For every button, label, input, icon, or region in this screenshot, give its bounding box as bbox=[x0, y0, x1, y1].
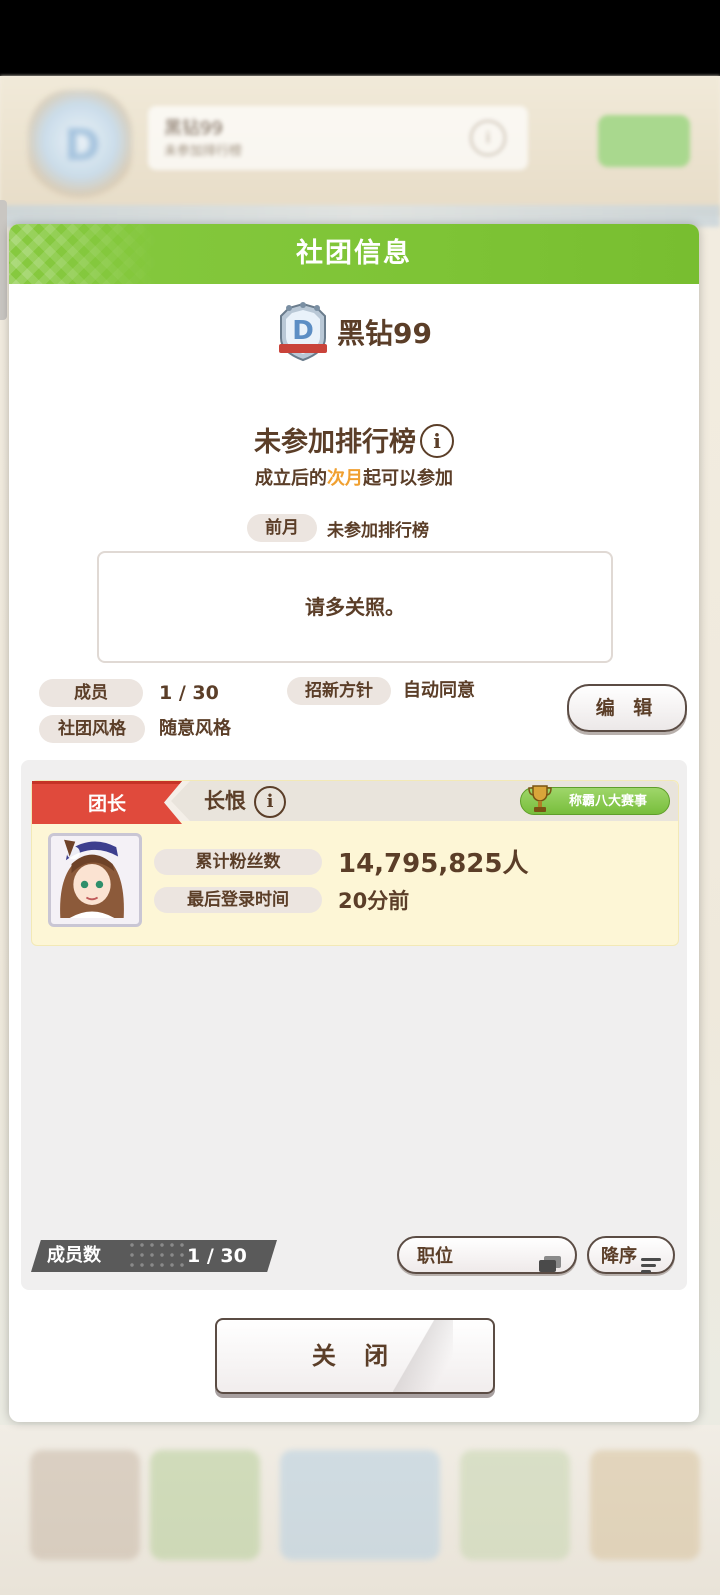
sort-order-button[interactable]: 降序 bbox=[587, 1236, 675, 1274]
status-bar bbox=[0, 0, 720, 76]
club-name: 黑钻99 bbox=[337, 317, 432, 350]
members-value: 1 / 30 bbox=[159, 682, 219, 704]
sort-order-icon bbox=[641, 1249, 661, 1273]
previous-month-label: 前月 bbox=[247, 514, 317, 542]
member-card-leader[interactable]: 团长 长恨 i 称霸八大赛事 累计粉丝数 14,795,825人 最后登录时间 … bbox=[31, 780, 679, 946]
last-login-value: 20分前 bbox=[338, 889, 410, 913]
club-rank-crest-icon: D bbox=[275, 302, 331, 362]
ranking-status: 未参加排行榜 i bbox=[9, 420, 699, 459]
style-value: 随意风格 bbox=[159, 718, 231, 739]
sort-order-label: 降序 bbox=[601, 1246, 637, 1267]
background-nav-item bbox=[590, 1450, 700, 1560]
dialog-title: 社团信息 bbox=[296, 238, 412, 269]
background-club-crest: D bbox=[28, 90, 132, 202]
ranking-info-icon[interactable]: i bbox=[420, 424, 454, 458]
svg-text:D: D bbox=[292, 316, 314, 346]
background-nav-item bbox=[460, 1450, 570, 1560]
dialog-header: 社团信息 bbox=[9, 224, 699, 284]
total-fans-label: 累计粉丝数 bbox=[154, 849, 322, 875]
member-name: 长恨 bbox=[204, 789, 246, 813]
sort-field-icon bbox=[539, 1248, 561, 1272]
member-count-label: 成员数 bbox=[47, 1245, 101, 1266]
role-tag: 团长 bbox=[32, 781, 182, 824]
policy-label: 招新方针 bbox=[287, 677, 391, 705]
previous-month-row: 前月 未参加排行榜 bbox=[247, 514, 429, 542]
member-count-tag: 成员数 1 / 30 bbox=[31, 1240, 277, 1272]
previous-month-value: 未参加排行榜 bbox=[327, 520, 429, 541]
sort-field-button[interactable]: 职位 bbox=[397, 1236, 577, 1274]
background-menu-button bbox=[598, 115, 690, 167]
club-name-row: D 黑钻99 bbox=[275, 302, 432, 362]
ranking-note: 成立后的次月起可以参加 bbox=[255, 468, 453, 489]
member-list: 团长 长恨 i 称霸八大赛事 累计粉丝数 14,795,825人 最后登录时间 … bbox=[21, 760, 687, 1290]
club-comment: 请多关照。 bbox=[305, 595, 405, 619]
member-count-value: 1 / 30 bbox=[187, 1245, 247, 1267]
close-button[interactable]: 关 闭 bbox=[215, 1318, 495, 1394]
club-comment-box: 请多关照。 bbox=[97, 551, 613, 663]
background-nav-item bbox=[280, 1450, 440, 1560]
edge-handle bbox=[0, 200, 7, 320]
member-count-dots bbox=[127, 1240, 187, 1272]
background-club-namebar: 黑钻99 未参加排行榜 i bbox=[148, 106, 528, 170]
ranking-status-text: 未参加排行榜 bbox=[254, 427, 416, 458]
background-info-icon: i bbox=[470, 120, 506, 156]
trophy-icon bbox=[528, 783, 552, 815]
sort-field-label: 职位 bbox=[417, 1246, 453, 1267]
member-info-icon[interactable]: i bbox=[254, 786, 286, 818]
last-login-label: 最后登录时间 bbox=[154, 887, 322, 913]
members-label: 成员 bbox=[39, 679, 143, 707]
background-nav-item bbox=[30, 1450, 140, 1560]
club-info-dialog: 社团信息 D 黑钻99 未参加排行榜 i 成立后的次月起可以参加 前月 未参加排行… bbox=[9, 224, 699, 1422]
background-nav-item bbox=[150, 1450, 260, 1560]
policy-value: 自动同意 bbox=[403, 680, 475, 701]
edit-button[interactable]: 编 辑 bbox=[567, 684, 687, 732]
total-fans-value: 14,795,825人 bbox=[338, 849, 529, 879]
ranking-note-highlight: 次月 bbox=[327, 468, 363, 489]
style-label: 社团风格 bbox=[39, 715, 145, 743]
member-avatar[interactable] bbox=[48, 833, 142, 927]
